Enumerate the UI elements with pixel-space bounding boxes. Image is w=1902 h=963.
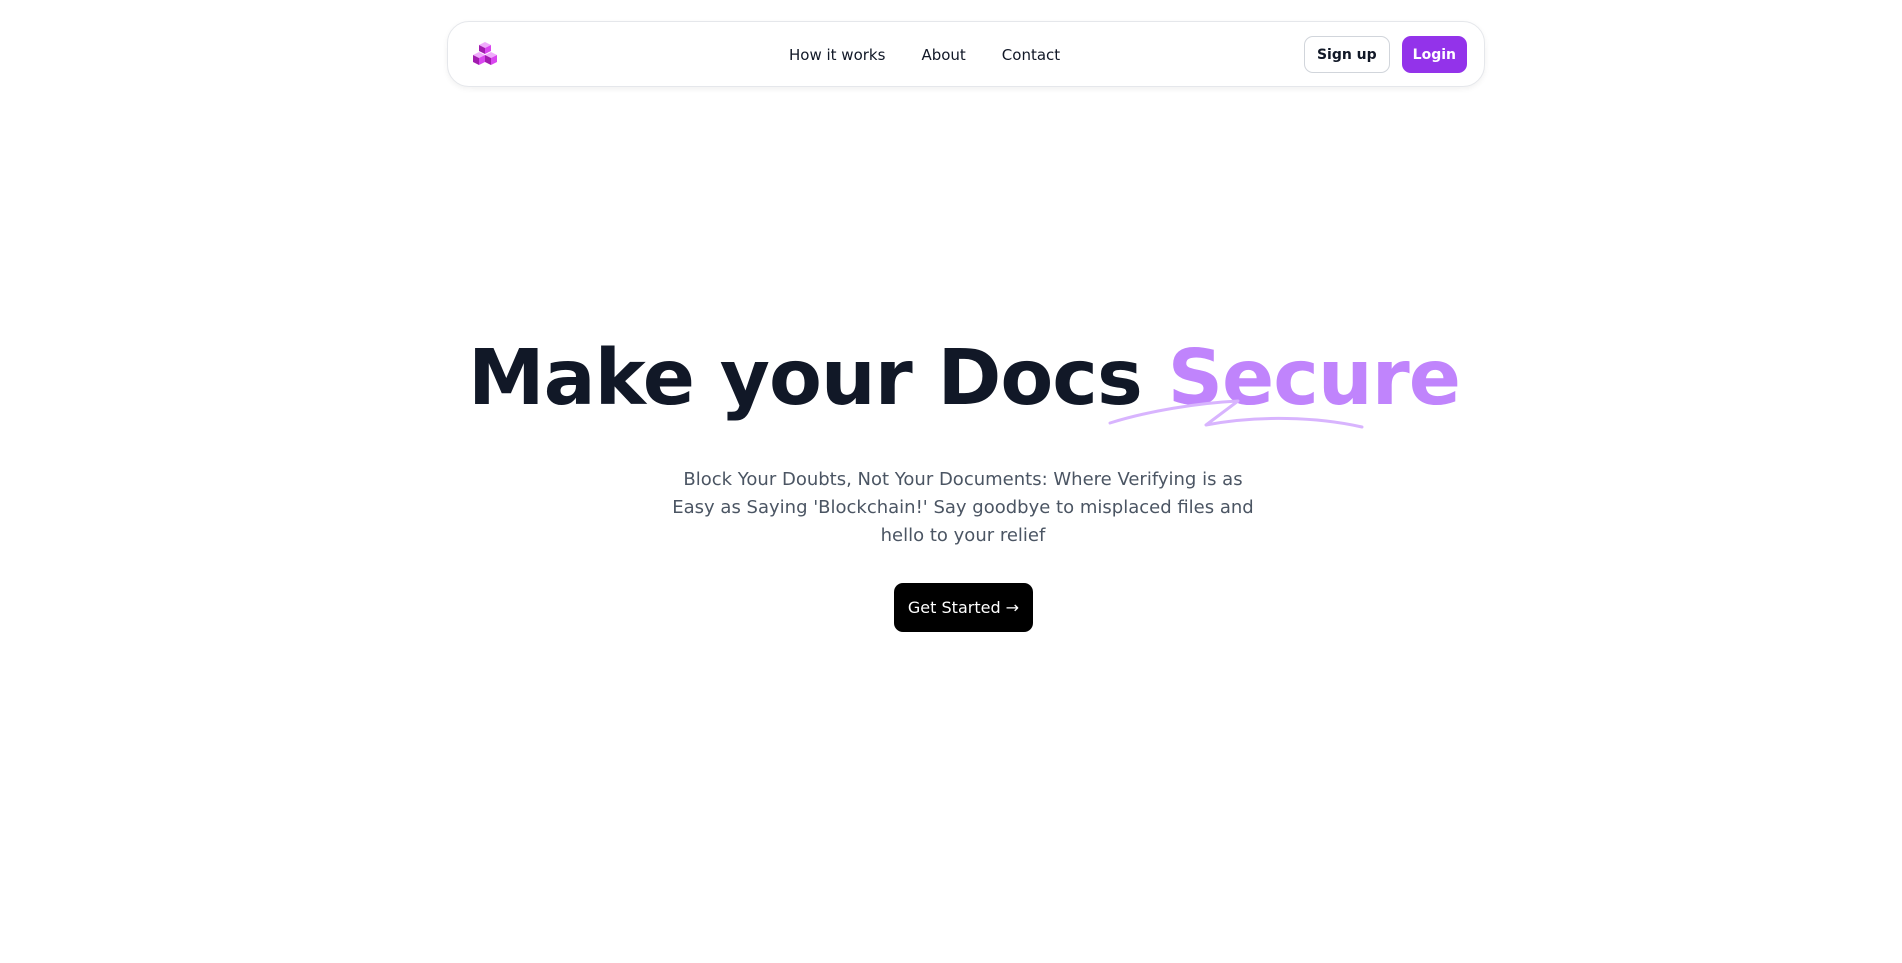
landing-page: How it works About Contact Sign up Login… <box>0 0 1902 963</box>
hero-title-accent: Secure <box>1167 334 1461 423</box>
get-started-button[interactable]: Get Started → <box>894 583 1033 632</box>
nav-actions: Sign up Login <box>1303 36 1467 73</box>
hero-subtitle: Block Your Doubts, Not Your Documents: W… <box>672 469 1254 546</box>
hero-title: Make your Docs Secure <box>0 334 1902 423</box>
nav-link-how-it-works[interactable]: How it works <box>789 46 885 64</box>
login-button[interactable]: Login <box>1401 36 1467 73</box>
hero-title-main: Make your Docs <box>468 334 1168 423</box>
cubes-logo-icon[interactable] <box>469 39 501 71</box>
nav-link-about[interactable]: About <box>921 46 965 64</box>
navbar: How it works About Contact Sign up Login <box>447 21 1485 87</box>
signup-button[interactable]: Sign up <box>1303 36 1390 73</box>
nav-link-contact[interactable]: Contact <box>1002 46 1060 64</box>
nav-links: How it works About Contact <box>789 22 1096 88</box>
